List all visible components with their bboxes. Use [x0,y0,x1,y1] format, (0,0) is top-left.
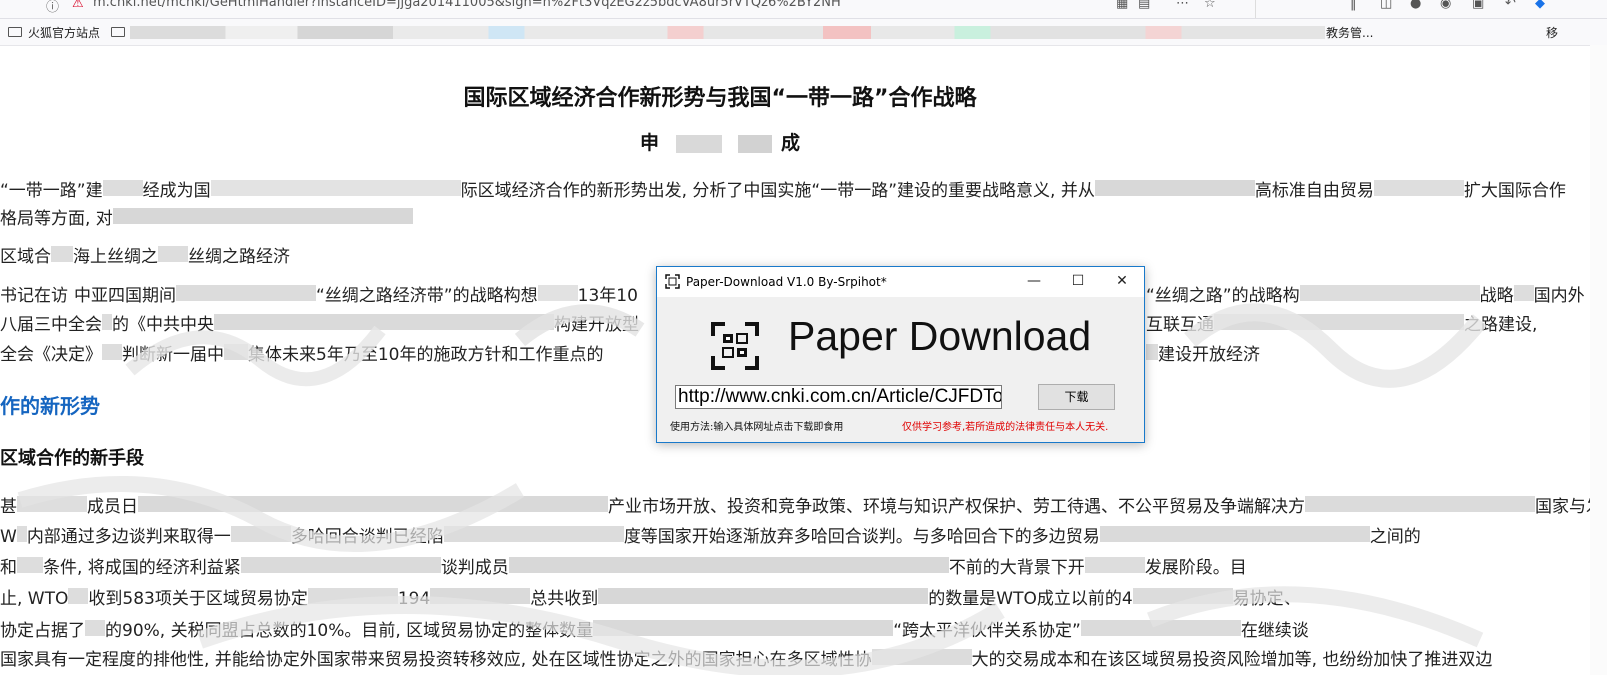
minimize-button[interactable]: — [1012,267,1056,297]
download-button[interactable]: 下载 [1038,384,1115,410]
app-icon [665,274,680,289]
page-right-edge [1590,45,1607,675]
maximize-button[interactable]: ☐ [1056,267,1100,297]
disclaimer-text: 仅供学习参考,若所造成的法律责任与本人无关. [902,422,1109,433]
window-titlebar[interactable]: Paper-Download V1.0 By-Srpihot* — ☐ ✕ [657,267,1144,297]
usage-instructions: 使用方法:输入具体网址点击下载即食用 [670,422,844,433]
url-input[interactable]: http://www.cnki.com.cn/Article/CJFDTot [675,385,1002,409]
window-title: Paper-Download V1.0 By-Srpihot* [686,275,887,289]
scan-logo-icon [711,322,759,370]
paper-download-window[interactable]: Paper-Download V1.0 By-Srpihot* — ☐ ✕ Pa… [656,266,1145,443]
app-title: Paper Download [788,313,1092,359]
close-button[interactable]: ✕ [1100,267,1144,297]
